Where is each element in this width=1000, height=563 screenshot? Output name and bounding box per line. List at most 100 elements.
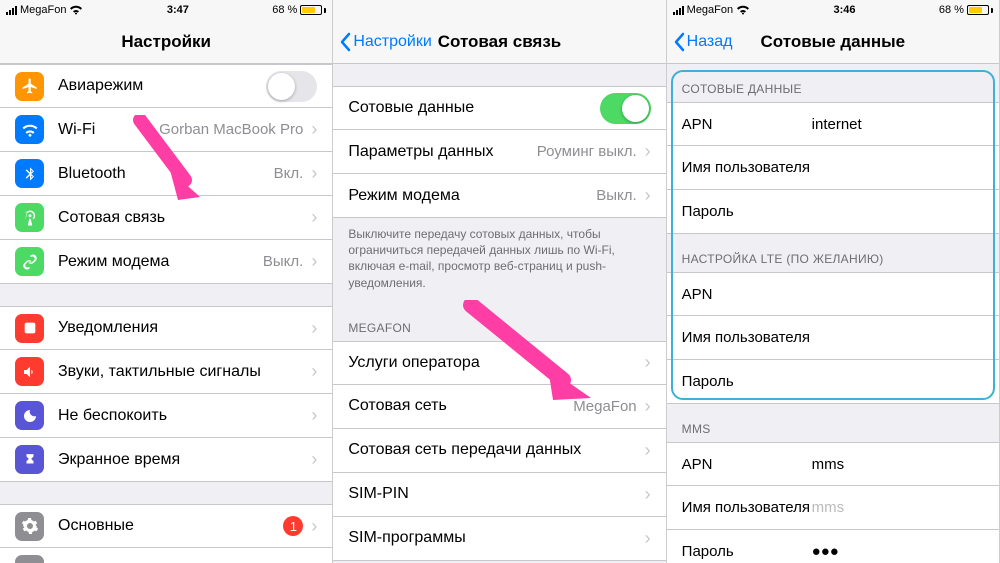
row-general[interactable]: Основные 1 › [0, 504, 332, 548]
speaker-icon [15, 357, 44, 386]
row-value: Вкл. [274, 165, 304, 182]
screen-apn-settings: MegaFon 3:46 68 % Назад Сотовые данные С… [667, 0, 1000, 563]
field-password[interactable]: Пароль [667, 190, 999, 234]
section-header-megafon: MEGAFON [333, 303, 665, 341]
screen-settings-root: MegaFon 3:47 68 % Настройки Авиарежим Wi… [0, 0, 333, 563]
status-bar: MegaFon 3:47 68 % [0, 0, 332, 20]
row-sim-pin[interactable]: SIM-PIN › [333, 473, 665, 517]
field-label: APN [682, 456, 812, 473]
back-button[interactable]: Назад [673, 20, 733, 63]
row-hotspot[interactable]: Режим модема Выкл. › [0, 240, 332, 284]
row-cellular[interactable]: Сотовая связь › [0, 196, 332, 240]
row-value: Выкл. [263, 253, 303, 270]
field-label: APN [682, 116, 812, 133]
row-airplane-mode[interactable]: Авиарежим [0, 64, 332, 108]
field-apn[interactable]: APN internet [667, 102, 999, 146]
chevron-left-icon [339, 32, 351, 52]
cellular-group-main: Сотовые данные Параметры данных Роуминг … [333, 86, 665, 218]
battery-icon [967, 5, 993, 15]
row-bluetooth[interactable]: Bluetooth Вкл. › [0, 152, 332, 196]
chevron-left-icon [673, 32, 685, 52]
wifi-icon [69, 5, 83, 15]
row-label: SIM-программы [348, 529, 644, 547]
field-apn[interactable]: APN [667, 272, 999, 316]
section-header-cellular-data: СОТОВЫЕ ДАННЫЕ [667, 64, 999, 102]
field-label: Имя пользователя [682, 159, 812, 176]
row-cellular-data[interactable]: Сотовые данные [333, 86, 665, 130]
wifi-icon [15, 115, 44, 144]
chevron-right-icon: › [645, 440, 651, 461]
row-sounds[interactable]: Звуки, тактильные сигналы › [0, 350, 332, 394]
row-hotspot[interactable]: Режим модема Выкл. › [333, 174, 665, 218]
signal-icon [673, 6, 684, 15]
row-label: Сотовая сеть [348, 397, 573, 415]
battery-percent: 68 % [939, 4, 964, 16]
row-screentime[interactable]: Экранное время › [0, 438, 332, 482]
row-dnd[interactable]: Не беспокоить › [0, 394, 332, 438]
chevron-right-icon: › [311, 119, 317, 140]
page-title: Настройки [121, 32, 211, 52]
status-bar [333, 0, 665, 20]
wifi-icon [736, 5, 750, 15]
clock: 3:47 [167, 4, 189, 16]
row-value: MegaFon [573, 398, 636, 415]
chevron-right-icon: › [645, 396, 651, 417]
bluetooth-icon [15, 159, 44, 188]
apn-group-cellular: APN internet Имя пользователя Пароль [667, 102, 999, 234]
row-label: Сотовые данные [348, 99, 599, 117]
field-label: Пароль [682, 543, 812, 560]
airplane-icon [15, 72, 44, 101]
chevron-right-icon: › [311, 163, 317, 184]
row-notifications[interactable]: Уведомления › [0, 306, 332, 350]
clock: 3:46 [834, 4, 856, 16]
section-header-mms: MMS [667, 404, 999, 442]
row-cellular-network[interactable]: Сотовая сеть MegaFon › [333, 385, 665, 429]
row-cellular-data-network[interactable]: Сотовая сеть передачи данных › [333, 429, 665, 473]
row-label: Экранное время [58, 451, 311, 469]
chevron-right-icon: › [645, 528, 651, 549]
chevron-right-icon: › [645, 484, 651, 505]
apn-group-mms: APN mms Имя пользователя mms Пароль ●●● [667, 442, 999, 563]
chevron-right-icon: › [645, 185, 651, 206]
page-title: Сотовые данные [761, 32, 906, 52]
settings-group-general: Основные 1 › Пункт управления › AA Экран… [0, 504, 332, 563]
field-label: Пароль [682, 203, 812, 220]
section-header-lte: НАСТРОЙКА LTE (ПО ЖЕЛАНИЮ) [667, 234, 999, 272]
moon-icon [15, 401, 44, 430]
row-wifi[interactable]: Wi-Fi Gorban MacBook Pro › [0, 108, 332, 152]
field-label: Имя пользователя [682, 499, 812, 516]
chevron-right-icon: › [311, 559, 317, 563]
chevron-right-icon: › [311, 318, 317, 339]
cellular-data-toggle[interactable] [600, 93, 651, 124]
battery-percent: 68 % [272, 4, 297, 16]
row-control-center[interactable]: Пункт управления › [0, 548, 332, 563]
row-data-options[interactable]: Параметры данных Роуминг выкл. › [333, 130, 665, 174]
notification-icon [15, 314, 44, 343]
field-username[interactable]: Имя пользователя mms [667, 486, 999, 530]
signal-icon [6, 6, 17, 15]
row-carrier-services[interactable]: Услуги оператора › [333, 341, 665, 385]
row-label: Уведомления [58, 319, 311, 337]
back-button[interactable]: Настройки [339, 20, 431, 63]
field-username[interactable]: Имя пользователя [667, 146, 999, 190]
row-label: SIM-PIN [348, 485, 644, 503]
chevron-right-icon: › [311, 361, 317, 382]
carrier-label: MegaFon [687, 4, 733, 16]
airplane-toggle[interactable] [266, 71, 317, 102]
settings-group-connectivity: Авиарежим Wi-Fi Gorban MacBook Pro › Blu… [0, 64, 332, 284]
screen-cellular: Настройки Сотовая связь Сотовые данные П… [333, 0, 666, 563]
field-password[interactable]: Пароль ●●● [667, 530, 999, 563]
row-sim-apps[interactable]: SIM-программы › [333, 517, 665, 561]
field-apn[interactable]: APN mms [667, 442, 999, 486]
row-label: Звуки, тактильные сигналы [58, 363, 311, 381]
row-label: Режим модема [348, 187, 596, 205]
back-label: Настройки [353, 33, 431, 51]
chevron-right-icon: › [311, 405, 317, 426]
field-password[interactable]: Пароль [667, 360, 999, 404]
chevron-right-icon: › [311, 516, 317, 537]
carrier-label: MegaFon [20, 4, 66, 16]
field-username[interactable]: Имя пользователя [667, 316, 999, 360]
field-label: Пароль [682, 373, 812, 390]
row-label: Режим модема [58, 253, 263, 271]
row-label: Wi-Fi [58, 121, 159, 139]
